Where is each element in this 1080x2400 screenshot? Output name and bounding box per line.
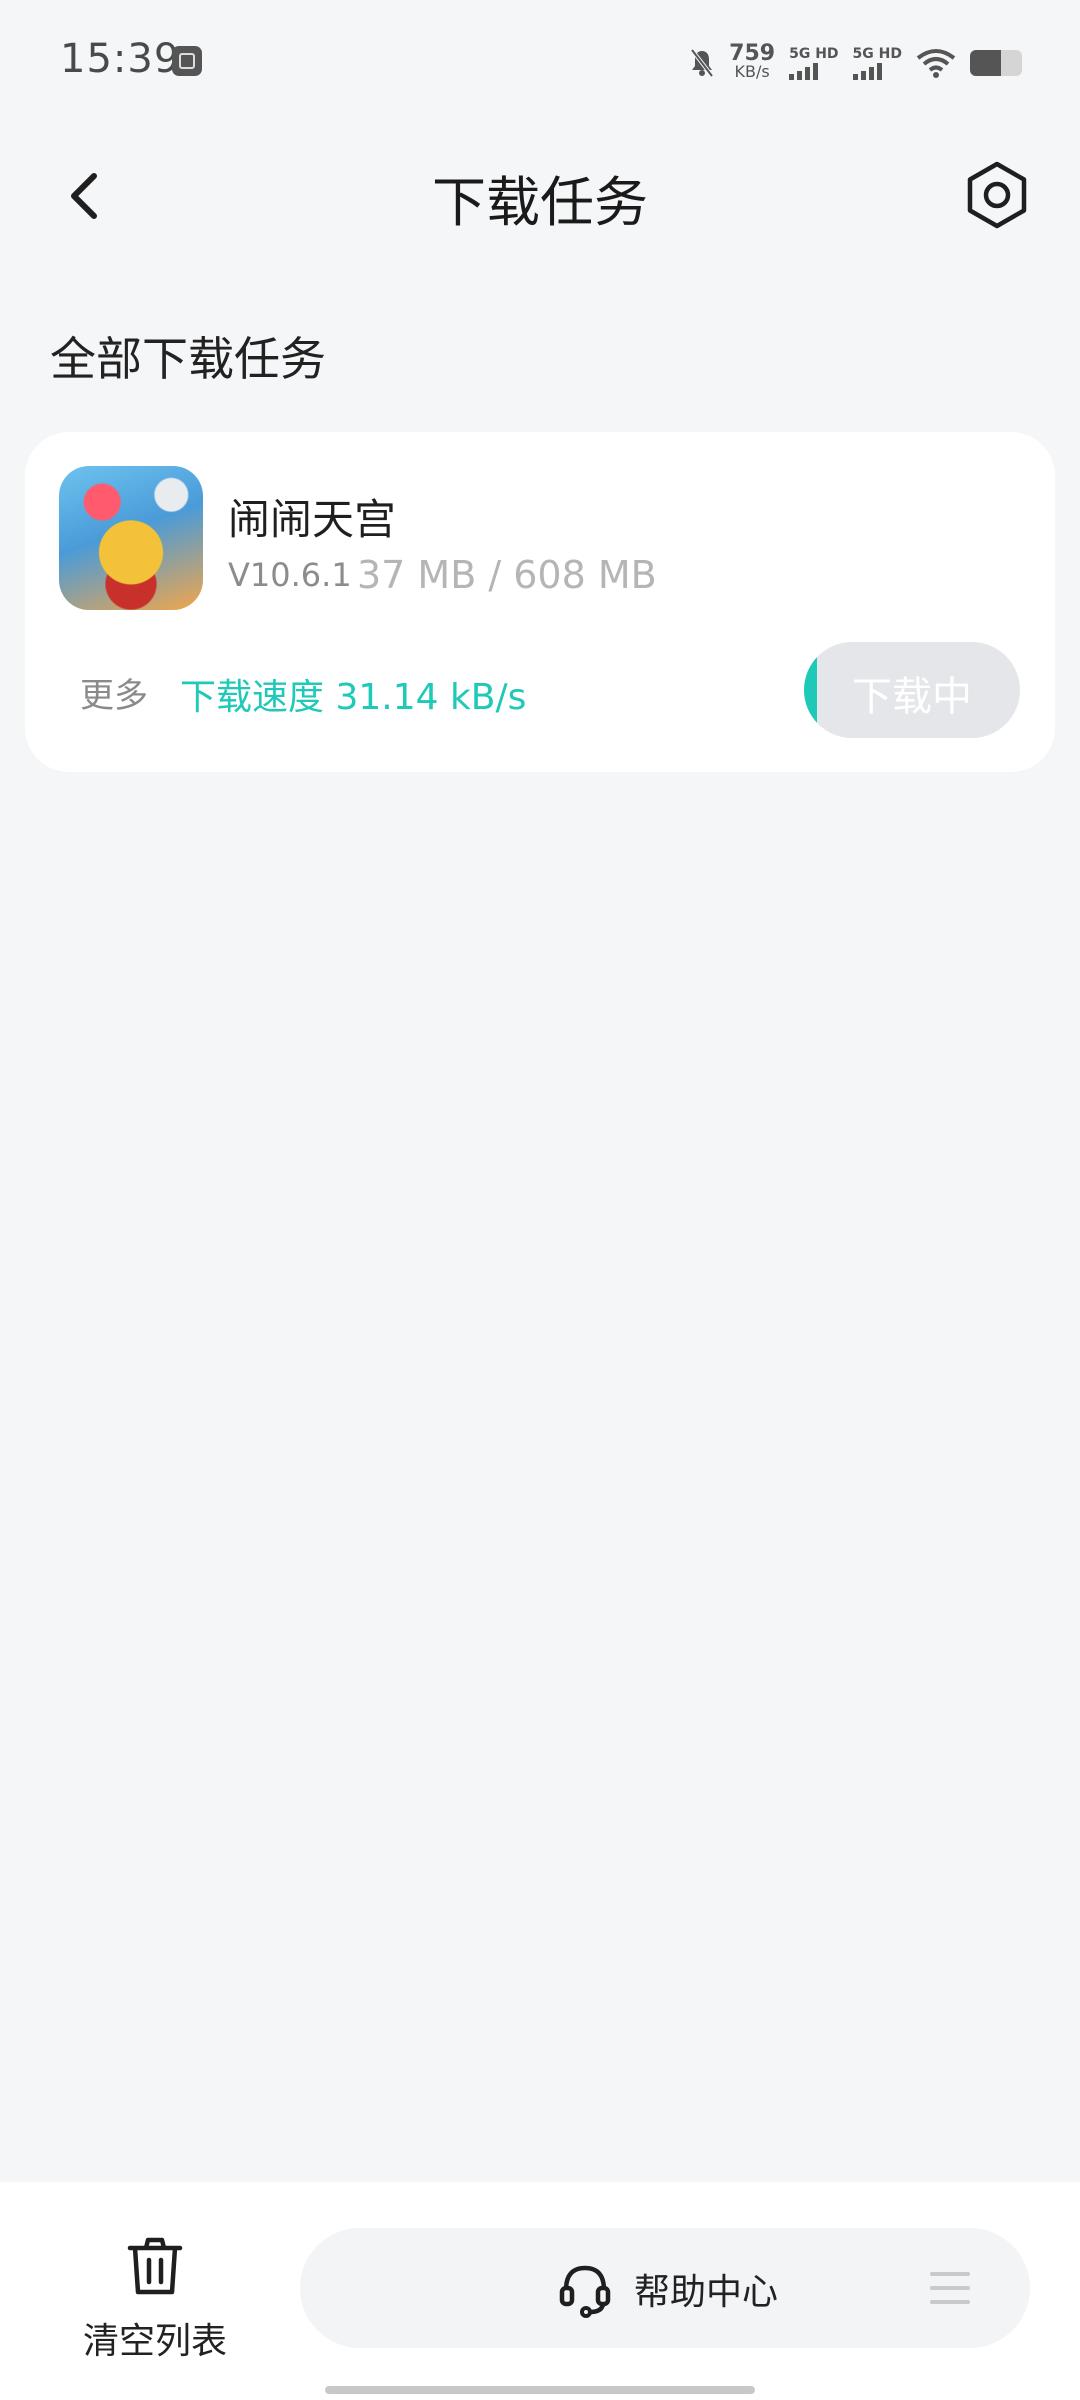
battery-icon bbox=[970, 50, 1022, 76]
help-center-button[interactable]: 帮助中心 bbox=[300, 2228, 1030, 2348]
signal-icon-sim1: 5G HD bbox=[789, 46, 839, 80]
wifi-icon bbox=[916, 49, 956, 78]
headset-icon bbox=[559, 2265, 611, 2318]
status-time: 15:39 bbox=[60, 36, 181, 82]
download-task-card[interactable]: 闹闹天宫 V10.6.1 37 MB / 608 MB 更多 下载速度 31.1… bbox=[25, 432, 1055, 772]
more-button[interactable]: 更多 bbox=[80, 668, 148, 717]
sim1-label: 5G HD bbox=[789, 46, 839, 62]
network-speed-value: 759 bbox=[729, 41, 776, 66]
download-speed: 下载速度 31.14 kB/s bbox=[180, 677, 527, 718]
top-bar: 下载任务 bbox=[0, 130, 1080, 260]
notification-app-icon bbox=[172, 46, 202, 76]
section-title: 全部下载任务 bbox=[50, 332, 326, 386]
help-center-label: 帮助中心 bbox=[634, 2272, 779, 2313]
status-bar: 15:39 759 KB/s 5G HD 5G HD bbox=[0, 0, 1080, 130]
home-indicator[interactable] bbox=[325, 2386, 755, 2394]
app-icon[interactable] bbox=[59, 466, 203, 610]
downloading-button-label: 下载中 bbox=[852, 674, 972, 720]
notifications-muted-icon bbox=[690, 48, 714, 78]
settings-icon[interactable] bbox=[960, 158, 1034, 232]
help-center-content: 帮助中心 bbox=[558, 2254, 778, 2324]
clear-list-label: 清空列表 bbox=[82, 2321, 227, 2362]
app-version: V10.6.1 bbox=[228, 556, 352, 594]
downloading-button[interactable]: 下载中 bbox=[804, 642, 1020, 738]
page-title: 下载任务 bbox=[432, 171, 648, 234]
menu-icon[interactable] bbox=[930, 2270, 970, 2306]
battery-fill bbox=[970, 50, 1002, 76]
trash-icon bbox=[127, 2237, 183, 2295]
signal-icon-sim2: 5G HD bbox=[852, 46, 902, 80]
app-name: 闹闹天宫 bbox=[228, 495, 397, 544]
sim2-label: 5G HD bbox=[852, 46, 902, 62]
network-speed: 759 KB/s bbox=[729, 41, 776, 81]
download-size: 37 MB / 608 MB bbox=[357, 553, 657, 597]
network-speed-unit: KB/s bbox=[734, 62, 770, 81]
clear-list-button[interactable]: 清空列表 bbox=[70, 2234, 240, 2364]
bottom-bar: 清空列表 帮助中心 bbox=[0, 2182, 1080, 2400]
status-icons: 759 KB/s 5G HD 5G HD bbox=[689, 38, 1022, 88]
